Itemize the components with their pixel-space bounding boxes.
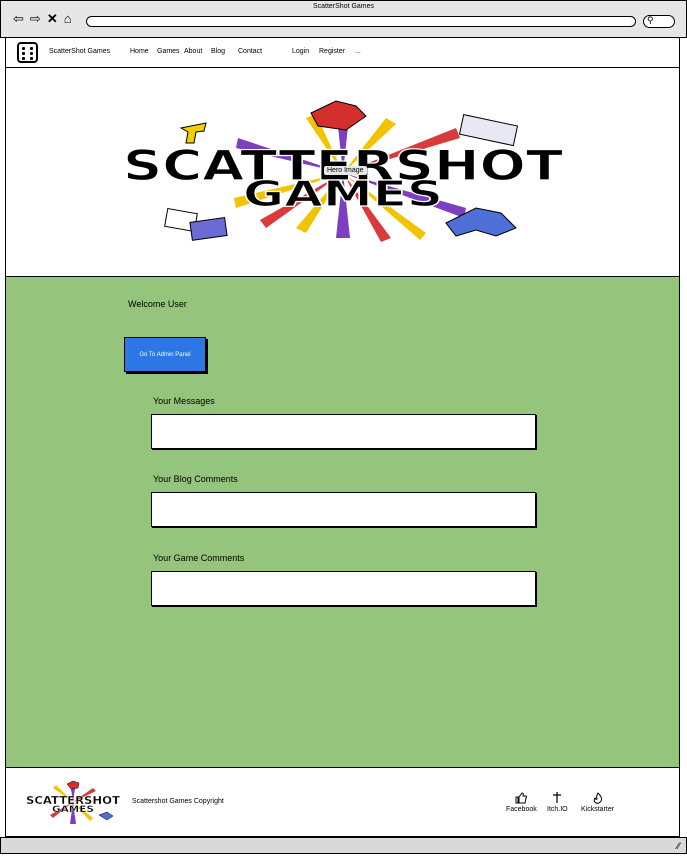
back-icon[interactable]: ⇦ [13, 12, 24, 26]
nav-item-home[interactable]: Home [130, 48, 149, 55]
forward-icon[interactable]: ⇨ [30, 12, 41, 26]
resize-grip-icon[interactable]: ⁄⁄ [677, 841, 680, 851]
messages-label: Your Messages [153, 396, 215, 406]
footer-logo[interactable]: SCATTERSHOT GAMES [23, 780, 123, 826]
nav-more[interactable]: ... [355, 48, 361, 55]
flame-icon [593, 792, 602, 804]
search-icon: ⚲ [647, 15, 654, 25]
blog-comments-label: Your Blog Comments [153, 474, 238, 484]
status-bar: ⁄⁄ [0, 837, 687, 854]
nav-login[interactable]: Login [292, 48, 309, 55]
nav-item-about[interactable]: About [184, 48, 202, 55]
dagger-icon [553, 792, 562, 803]
admin-panel-button[interactable]: Go To Admin Panel [124, 337, 206, 372]
main-content: Welcome User Go To Admin Panel Your Mess… [5, 276, 680, 768]
nav-brand[interactable]: ScatterShot Games [49, 48, 110, 55]
social-kickstarter[interactable]: Kickstarter [581, 792, 614, 813]
welcome-text: Welcome User [128, 299, 187, 309]
hero-section: SCATTERSHOT GAMES Hero Image [5, 67, 680, 277]
hero-logo-line2: GAMES [243, 174, 443, 215]
game-comments-box[interactable] [151, 571, 536, 606]
footer: SCATTERSHOT GAMES Scattershot Games Copy… [5, 767, 680, 837]
url-bar[interactable] [86, 16, 636, 27]
hero-image-label: Hero Image [324, 166, 367, 175]
game-comments-label: Your Game Comments [153, 553, 245, 563]
nav-register[interactable]: Register [319, 48, 345, 55]
browser-chrome: ScatterShot Games ⇦ ⇨ ✕ ⌂ ⚲ [0, 0, 687, 38]
menu-icon[interactable] [17, 42, 38, 63]
social-facebook-label: Facebook [506, 806, 537, 813]
social-itchio-label: Itch.IO [547, 806, 568, 813]
blog-comments-box[interactable] [151, 492, 536, 527]
browser-nav-icons: ⇦ ⇨ ✕ ⌂ [13, 12, 72, 26]
home-icon[interactable]: ⌂ [64, 12, 72, 26]
social-kickstarter-label: Kickstarter [581, 806, 615, 813]
thumbs-up-icon [515, 792, 528, 804]
nav-item-games[interactable]: Games [157, 48, 180, 55]
browser-search-box[interactable]: ⚲ [643, 15, 675, 28]
footer-copyright: Scattershot Games Copyright [132, 798, 224, 805]
social-facebook[interactable]: Facebook [506, 792, 537, 813]
top-nav: ScatterShot Games Home Games About Blog … [5, 37, 680, 68]
close-icon[interactable]: ✕ [47, 12, 58, 26]
messages-box[interactable] [151, 414, 536, 449]
nav-item-blog[interactable]: Blog [211, 48, 225, 55]
window-title: ScatterShot Games [312, 3, 375, 10]
social-itchio[interactable]: Itch.IO [547, 792, 568, 813]
footer-logo-line2: GAMES [52, 805, 94, 815]
nav-item-contact[interactable]: Contact [238, 48, 262, 55]
